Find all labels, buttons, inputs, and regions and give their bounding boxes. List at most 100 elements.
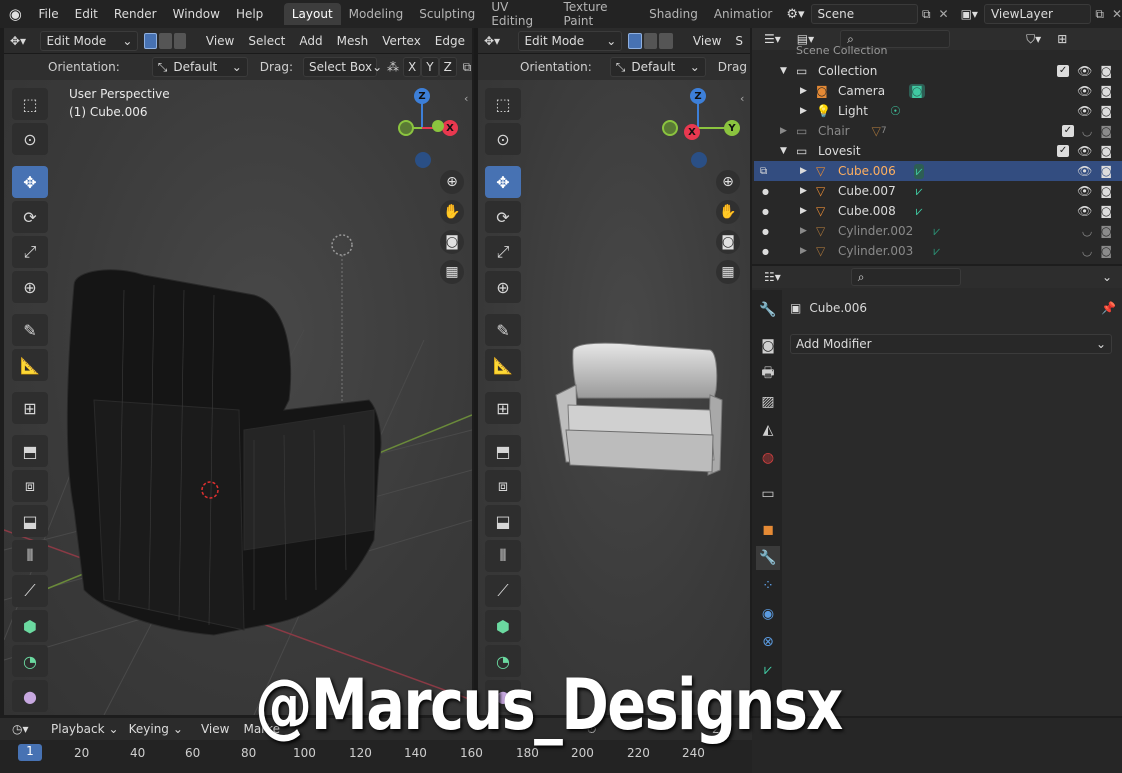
edit-dot-icon[interactable]: ● [762, 207, 800, 216]
viewlayer-close-icon[interactable]: ✕ [1112, 7, 1122, 21]
particles-tab-icon[interactable]: ⁘ [756, 574, 780, 598]
nav-gizmo[interactable]: Z X Y [658, 86, 740, 172]
properties-options-icon[interactable]: ⌄ [1102, 270, 1112, 284]
scene-field[interactable]: Scene [810, 4, 918, 24]
move-tool-icon[interactable]: ✥ [485, 166, 521, 198]
gizmo-y-axis[interactable]: Y [724, 120, 740, 136]
expand-arrow-icon[interactable]: ▶ [800, 246, 816, 256]
collapse-arrow-icon[interactable]: ‹ [464, 92, 468, 105]
include-checkbox[interactable]: ✓ [1057, 145, 1070, 157]
scale-tool-icon[interactable]: ⤢ [12, 236, 48, 268]
expand-arrow-icon[interactable]: ▼ [780, 146, 796, 156]
edit-dot-icon[interactable]: ● [762, 227, 800, 236]
include-checkbox[interactable]: ✓ [1057, 65, 1070, 77]
hidden-eye-icon[interactable]: ◡ [1082, 244, 1092, 258]
viewlayer-icon[interactable]: ▣▾ [961, 7, 978, 21]
gizmo-x-axis[interactable]: X [442, 120, 458, 136]
drag-dropdown[interactable]: Select Box ⌄ [302, 57, 382, 77]
outliner-row-chair[interactable]: ▶ ▭ Chair ▽ 7 ✓ ◡ ◙ [754, 121, 1122, 141]
extrude-tool-icon[interactable]: ⬒ [12, 435, 48, 467]
render-camera-icon[interactable]: ◙ [1100, 244, 1112, 258]
knife-tool-icon[interactable]: ⟋ [485, 575, 521, 607]
viewlayer-field[interactable]: ViewLayer [983, 4, 1092, 24]
bevel-tool-icon[interactable]: ⬓ [485, 505, 521, 537]
mode-dropdown[interactable]: Edit Mode ⌄ [518, 30, 623, 51]
render-camera-icon[interactable]: ◙ [1100, 204, 1112, 218]
select-mode-vertex-icon[interactable] [144, 32, 158, 49]
select-tool-icon[interactable]: ⬚ [12, 88, 48, 120]
menu-view[interactable]: View [686, 34, 728, 48]
outliner-row-cube-008[interactable]: ● ▶ ▽ Cube.008 ⩗ 👁 ◙ [754, 201, 1122, 221]
visibility-eye-icon[interactable]: 👁 [1077, 84, 1092, 98]
camera-view-icon[interactable]: ◙ [440, 230, 464, 254]
select-mode-face-icon[interactable] [173, 32, 187, 49]
world-tab-icon[interactable]: ◍ [756, 446, 780, 470]
gizmo-z-axis[interactable]: Z [414, 88, 430, 104]
view-layer-tab-icon[interactable]: ▨ [756, 390, 780, 414]
outliner-row-lovesit[interactable]: ▼ ▭ Lovesit ✓ 👁 ◙ [754, 141, 1122, 161]
gizmo-z-axis[interactable]: Z [690, 88, 706, 104]
timeline-editor-icon[interactable]: ◷▾ [12, 722, 46, 736]
object-tab-icon[interactable]: ◼ [756, 518, 780, 542]
menu-select[interactable]: S [728, 34, 750, 48]
right-viewport[interactable]: Z X Y ⊕ ✋ ◙ ▦ ‹ ⬚ ⊙ ✥ ⟳ ⤢ ⊕ ✎ 📐 ⊞ ⬒ ⧈ ⬓ … [478, 80, 750, 715]
visibility-eye-icon[interactable]: 👁 [1077, 184, 1092, 198]
keying-dropdown[interactable]: Keying ⌄ [124, 719, 188, 739]
pin-icon[interactable]: 📌 [1101, 301, 1116, 315]
knife-tool-icon[interactable]: ⟋ [12, 575, 48, 607]
scene-close-icon[interactable]: ✕ [939, 7, 949, 21]
expand-arrow-icon[interactable]: ▶ [800, 186, 816, 196]
visibility-eye-icon[interactable]: 👁 [1077, 144, 1092, 158]
move-tool-icon[interactable]: ✥ [12, 166, 48, 198]
zoom-icon[interactable]: ⊕ [440, 170, 464, 194]
render-camera-icon[interactable]: ◙ [1100, 224, 1112, 238]
annotate-tool-icon[interactable]: ✎ [485, 314, 521, 346]
outliner-row-cube-007[interactable]: ● ▶ ▽ Cube.007 ⩗ 👁 ◙ [754, 181, 1122, 201]
editor-type-icon[interactable]: ✥▾ [10, 34, 40, 48]
orientation-dropdown[interactable]: ⤡ Default ⌄ [609, 57, 706, 77]
mode-dropdown[interactable]: Edit Mode ⌄ [40, 30, 139, 51]
viewlayer-copy-icon[interactable]: ⧉ [1095, 7, 1104, 22]
nav-gizmo[interactable]: Z X [384, 86, 464, 172]
outliner-editor-icon[interactable]: ☰▾ [764, 32, 781, 46]
inset-tool-icon[interactable]: ⧈ [485, 470, 521, 502]
add-modifier-dropdown[interactable]: Add Modifier ⌄ [790, 334, 1112, 354]
rotate-tool-icon[interactable]: ⟳ [485, 201, 521, 233]
loop-cut-tool-icon[interactable]: ⫴ [485, 540, 521, 572]
visibility-eye-icon[interactable]: 👁 [1077, 164, 1092, 178]
render-tab-icon[interactable]: ◙ [756, 334, 780, 358]
gizmo-z-neg-axis[interactable] [415, 152, 431, 168]
edit-mode-icon[interactable]: ⧉ [760, 166, 800, 177]
constraints-tab-icon[interactable]: ⊗ [756, 630, 780, 654]
filter-icon[interactable]: ⛉▾ [1026, 32, 1041, 47]
select-mode-edge-icon[interactable] [643, 32, 658, 49]
tab-shading[interactable]: Shading [641, 3, 706, 25]
menu-view[interactable]: View [199, 34, 241, 48]
snap-icon[interactable]: ⧉ [463, 60, 472, 75]
cursor-tool-icon[interactable]: ⊙ [485, 123, 521, 155]
tab-sculpting[interactable]: Sculpting [411, 3, 483, 25]
poly-build-tool-icon[interactable]: ⬢ [485, 610, 521, 642]
menu-view[interactable]: View [194, 722, 236, 736]
expand-arrow-icon[interactable]: ▶ [800, 166, 816, 176]
annotate-tool-icon[interactable]: ✎ [12, 314, 48, 346]
orientation-dropdown[interactable]: ⤡ Default ⌄ [151, 57, 248, 77]
render-camera-icon[interactable]: ◙ [1100, 144, 1112, 158]
render-camera-icon[interactable]: ◙ [1100, 164, 1112, 178]
output-tab-icon[interactable]: 🖶 [756, 362, 780, 386]
tab-layout[interactable]: Layout [283, 3, 341, 25]
playback-dropdown[interactable]: Playback ⌄ [46, 719, 124, 739]
current-frame-indicator[interactable]: 1 [18, 744, 42, 761]
expand-arrow-icon[interactable]: ▼ [780, 66, 796, 76]
expand-arrow-icon[interactable]: ▶ [780, 126, 796, 136]
pan-hand-icon[interactable]: ✋ [440, 200, 464, 224]
edit-dot-icon[interactable]: ● [762, 247, 800, 256]
properties-editor-icon[interactable]: ☷▾ [764, 270, 781, 284]
mirror-z-toggle[interactable]: Z [438, 57, 457, 77]
render-camera-icon[interactable]: ◙ [1100, 104, 1112, 118]
outliner-row-collection[interactable]: ▼ ▭ Collection ✓ 👁 ◙ [754, 61, 1122, 81]
scene-browse-icon[interactable]: ⚙▾ [786, 7, 804, 22]
gizmo-y-neg-axis[interactable] [662, 120, 678, 136]
transform-tool-icon[interactable]: ⊕ [12, 271, 48, 303]
menu-mesh[interactable]: Mesh [330, 34, 376, 48]
